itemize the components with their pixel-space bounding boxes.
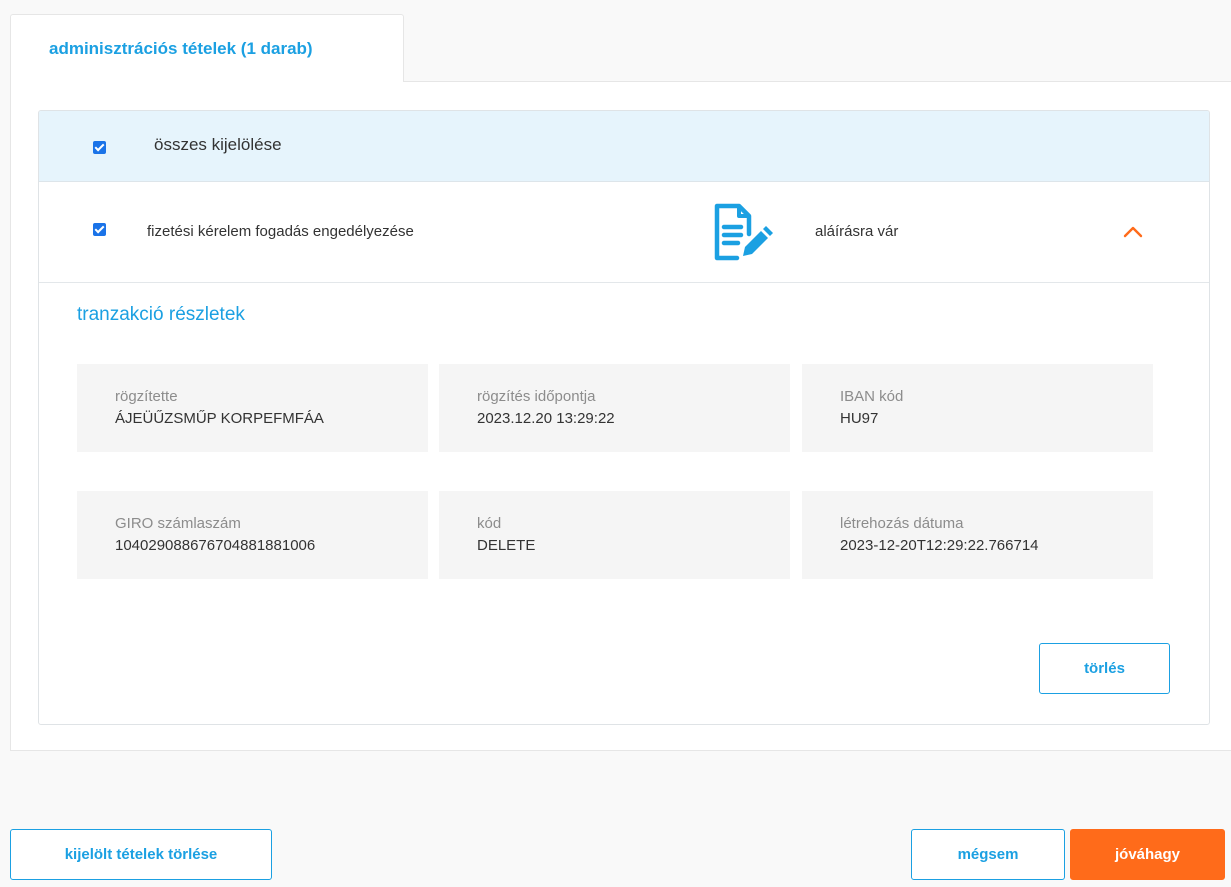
details-title: tranzakció részletek xyxy=(77,304,245,325)
items-card: összes kijelölése fizetési kérelem fogad… xyxy=(38,110,1210,725)
field-value: 2023.12.20 13:29:22 xyxy=(477,410,615,427)
select-all-checkbox[interactable] xyxy=(93,141,106,154)
tab-admin-items[interactable]: adminisztrációs tételek (1 darab) xyxy=(10,14,404,82)
cancel-button[interactable]: mégsem xyxy=(911,829,1065,880)
tab-panel: összes kijelölése fizetési kérelem fogad… xyxy=(10,81,1231,751)
field-label: kód xyxy=(477,515,502,532)
item-checkbox[interactable] xyxy=(93,223,106,236)
approve-button[interactable]: jóváhagy xyxy=(1070,829,1225,880)
field-code: kód DELETE xyxy=(439,491,790,579)
item-label: fizetési kérelem fogadás engedélyezése xyxy=(147,223,414,240)
field-value: HU97 xyxy=(840,410,879,427)
field-value: 2023-12-20T12:29:22.766714 xyxy=(840,537,1039,554)
field-created-date: létrehozás dátuma 2023-12-20T12:29:22.76… xyxy=(802,491,1153,579)
select-all-row: összes kijelölése xyxy=(39,111,1209,182)
tab-admin-items-label: adminisztrációs tételek (1 darab) xyxy=(49,39,313,58)
field-value: DELETE xyxy=(477,537,536,554)
field-iban: IBAN kód HU97 xyxy=(802,364,1153,452)
field-label: GIRO számlaszám xyxy=(115,515,241,532)
field-giro-account: GIRO számlaszám 104029088676704881881006 xyxy=(77,491,428,579)
field-recorded-at: rögzítés időpontja 2023.12.20 13:29:22 xyxy=(439,364,790,452)
field-recorded-by: rögzítette ÁJEÜŰZSMŰP KORPEFMFÁA xyxy=(77,364,428,452)
select-all-label: összes kijelölése xyxy=(154,135,282,154)
field-value: 104029088676704881881006 xyxy=(115,537,316,554)
item-row: fizetési kérelem fogadás engedélyezése a… xyxy=(39,182,1209,283)
chevron-up-icon[interactable] xyxy=(1123,224,1143,238)
field-label: létrehozás dátuma xyxy=(840,515,964,532)
field-label: rögzítette xyxy=(115,388,178,405)
field-label: IBAN kód xyxy=(840,388,904,405)
field-value: ÁJEÜŰZSMŰP KORPEFMFÁA xyxy=(115,410,324,427)
status-label: aláírásra vár xyxy=(815,223,899,240)
document-edit-icon xyxy=(714,203,773,261)
delete-button[interactable]: törlés xyxy=(1039,643,1170,694)
field-label: rögzítés időpontja xyxy=(477,388,596,405)
delete-selected-button[interactable]: kijelölt tételek törlése xyxy=(10,829,272,880)
